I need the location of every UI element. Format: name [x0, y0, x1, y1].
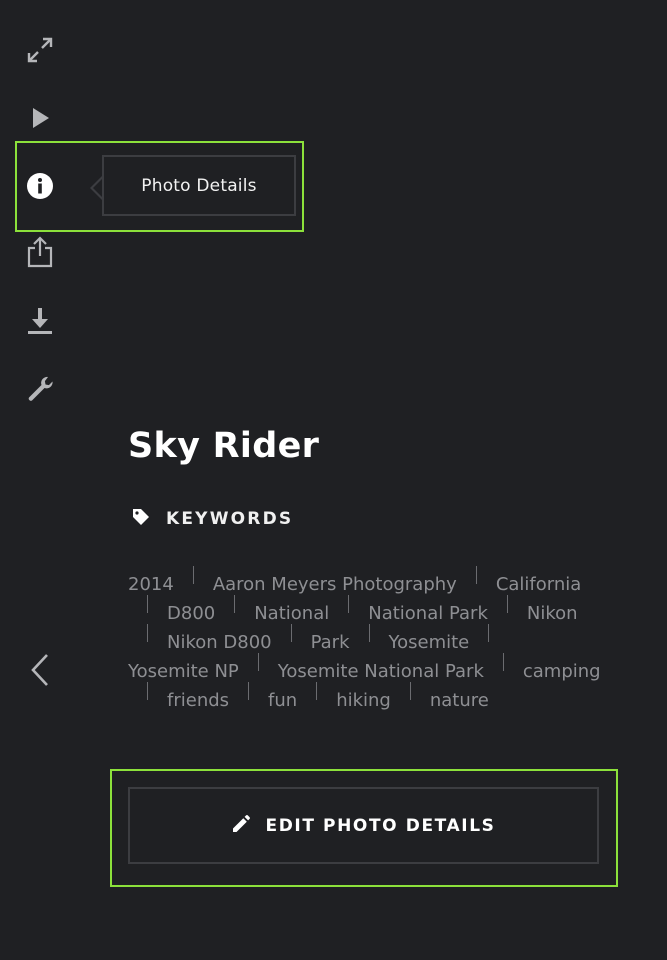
- keyword-item[interactable]: Yosemite National Park: [278, 657, 484, 686]
- keyword-item[interactable]: friends: [167, 686, 229, 715]
- keyword-item[interactable]: D800: [167, 599, 215, 628]
- keyword-item[interactable]: Yosemite: [389, 628, 470, 657]
- pencil-icon: [231, 814, 251, 838]
- keyword-separator: [475, 566, 477, 584]
- keyword-item[interactable]: Park: [311, 628, 350, 657]
- keyword-item[interactable]: National: [254, 599, 329, 628]
- keyword-separator: [147, 624, 148, 642]
- keyword-separator: [290, 624, 292, 642]
- keyword-item[interactable]: National Park: [368, 599, 488, 628]
- keyword-item[interactable]: hiking: [336, 686, 391, 715]
- tag-icon: [132, 508, 150, 530]
- keyword-item[interactable]: Aaron Meyers Photography: [213, 570, 457, 599]
- photo-details-tooltip: Photo Details: [102, 155, 296, 216]
- keywords-label: KEYWORDS: [166, 509, 294, 529]
- keyword-separator: [502, 653, 504, 671]
- keyword-separator: [409, 682, 411, 700]
- keywords-header: KEYWORDS: [132, 508, 293, 530]
- expand-icon[interactable]: [24, 34, 56, 66]
- keyword-item[interactable]: 2014: [128, 570, 174, 599]
- wrench-icon[interactable]: [24, 373, 56, 405]
- keyword-item[interactable]: camping: [523, 657, 601, 686]
- keyword-item[interactable]: Nikon: [527, 599, 578, 628]
- download-icon[interactable]: [24, 305, 56, 337]
- chevron-left-icon[interactable]: [24, 654, 56, 686]
- keyword-separator: [257, 653, 259, 671]
- keyword-separator: [316, 682, 318, 700]
- keyword-separator: [506, 595, 508, 613]
- keyword-separator: [348, 595, 350, 613]
- keyword-item[interactable]: fun: [268, 686, 297, 715]
- keyword-item[interactable]: Yosemite NP: [128, 657, 239, 686]
- keyword-item[interactable]: California: [496, 570, 581, 599]
- keyword-separator: [248, 682, 250, 700]
- keyword-separator: [147, 682, 148, 700]
- keywords-list: 2014 Aaron Meyers Photography California…: [128, 566, 608, 715]
- keyword-item[interactable]: Nikon D800: [167, 628, 272, 657]
- share-icon[interactable]: [24, 236, 56, 268]
- keyword-separator: [147, 595, 148, 613]
- edit-photo-details-label: EDIT PHOTO DETAILS: [265, 815, 496, 836]
- keyword-separator: [234, 595, 236, 613]
- keyword-separator: [368, 624, 370, 642]
- keyword-item[interactable]: nature: [430, 686, 489, 715]
- play-icon[interactable]: [24, 102, 56, 134]
- photo-title: Sky Rider: [128, 426, 320, 466]
- keyword-separator: [488, 624, 490, 642]
- edit-photo-details-button[interactable]: EDIT PHOTO DETAILS: [128, 787, 599, 864]
- keyword-separator: [192, 566, 194, 584]
